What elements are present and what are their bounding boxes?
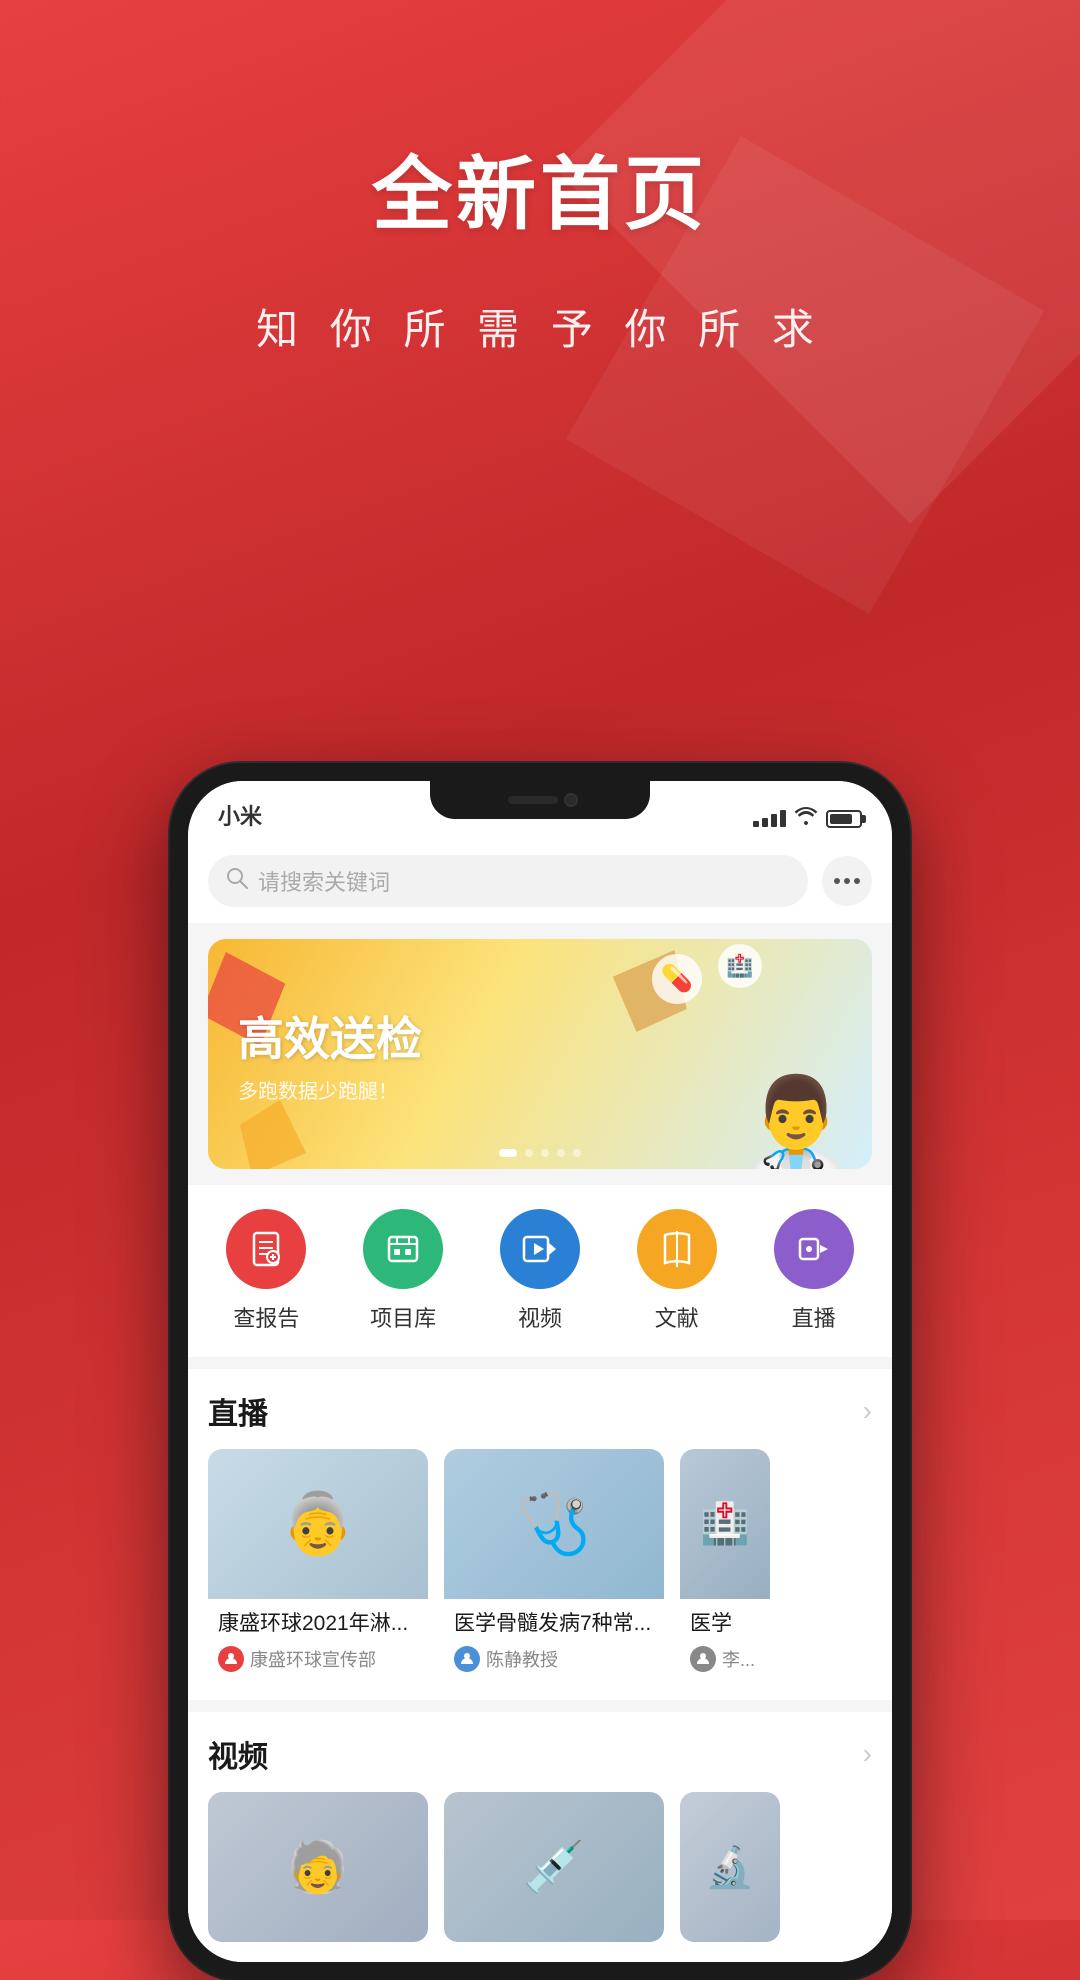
video-section-more[interactable]: › [863, 1738, 872, 1770]
live-section-more[interactable]: › [863, 1395, 872, 1427]
notch-sensor [508, 796, 558, 804]
status-icons [753, 807, 862, 831]
qa-report[interactable]: 查报告 [226, 1209, 306, 1333]
search-placeholder-text: 请搜索关键词 [258, 865, 390, 897]
page-title: 全新首页 [0, 130, 1080, 246]
live-card-2-author-name: 陈静教授 [486, 1646, 558, 1672]
qa-report-label: 查报告 [233, 1301, 299, 1333]
live-cards-row: 👵 康盛环球2021年淋... 康盛环球宣传部 [208, 1449, 872, 1700]
banner-doctor-illustration: 👨‍⚕️ [740, 1079, 852, 1169]
qa-video-label: 视频 [518, 1301, 562, 1333]
phone-outer-frame: 小米 [170, 763, 910, 1980]
live-card-1-info: 康盛环球2021年淋... 康盛环球宣传部 [208, 1599, 428, 1680]
notch-camera [564, 793, 578, 807]
battery-icon [826, 810, 862, 828]
wifi-icon [794, 807, 818, 831]
live-card-3[interactable]: 🏥 医学 李... [680, 1449, 770, 1680]
phone-mockup: 小米 [170, 763, 910, 1980]
video-cards-row: 🧓 💉 🔬 [208, 1792, 872, 1962]
video-section-header: 视频 › [208, 1712, 872, 1792]
qa-project-label: 项目库 [370, 1301, 436, 1333]
live-card-1-author: 康盛环球宣传部 [218, 1646, 418, 1672]
qa-live[interactable]: 直播 [774, 1209, 854, 1333]
more-button[interactable] [822, 856, 872, 906]
banner-text: 高效送检 多跑数据少跑腿！ [208, 1003, 422, 1104]
live-section: 直播 › 👵 康盛环球2021年淋... [188, 1369, 892, 1700]
live-card-3-author-name: 李... [722, 1646, 755, 1672]
live-card-2-thumb: 🩺 [444, 1449, 664, 1599]
app-content: 请搜索关键词 [188, 839, 892, 1962]
qa-video[interactable]: 视频 [500, 1209, 580, 1333]
qa-literature[interactable]: 文献 [637, 1209, 717, 1333]
live-card-1-author-name: 康盛环球宣传部 [250, 1646, 376, 1672]
qa-literature-label: 文献 [655, 1301, 699, 1333]
video-section-title: 视频 [208, 1732, 268, 1776]
signal-icon [753, 810, 786, 827]
live-card-3-author: 李... [690, 1646, 760, 1672]
live-card-1-thumb: 👵 [208, 1449, 428, 1599]
quick-actions: 查报告 项目库 视频 [188, 1185, 892, 1357]
video-section: 视频 › 🧓 💉 [188, 1712, 892, 1962]
live-chevron-icon: › [863, 1395, 872, 1427]
qa-project[interactable]: 项目库 [363, 1209, 443, 1333]
live-card-2-author: 陈静教授 [454, 1646, 654, 1672]
banner[interactable]: 💊 🏥 高效送检 多跑数据少跑腿！ 👨‍⚕️ [208, 939, 872, 1169]
search-box[interactable]: 请搜索关键词 [208, 855, 808, 907]
header-text-area: 全新首页 知 你 所 需 予 你 所 求 [0, 0, 1080, 357]
qa-live-label: 直播 [792, 1301, 836, 1333]
banner-subtitle: 多跑数据少跑腿！ [238, 1075, 422, 1104]
search-icon [226, 867, 248, 895]
carrier-label: 小米 [218, 799, 262, 831]
live-card-1[interactable]: 👵 康盛环球2021年淋... 康盛环球宣传部 [208, 1449, 428, 1680]
phone-notch [430, 781, 650, 819]
live-card-3-title: 医学 [690, 1609, 760, 1638]
video-chevron-icon: › [863, 1738, 872, 1770]
live-section-header: 直播 › [208, 1369, 872, 1449]
banner-dots [499, 1149, 581, 1157]
live-card-2-title: 医学骨髓发病7种常... [454, 1609, 654, 1638]
phone-inner-screen: 小米 [188, 781, 892, 1962]
live-section-title: 直播 [208, 1389, 268, 1433]
live-card-2-info: 医学骨髓发病7种常... 陈静教授 [444, 1599, 664, 1680]
banner-title: 高效送检 [238, 1003, 422, 1069]
search-area: 请搜索关键词 [188, 839, 892, 923]
live-card-3-thumb: 🏥 [680, 1449, 770, 1599]
live-card-1-title: 康盛环球2021年淋... [218, 1609, 418, 1638]
page-subtitle: 知 你 所 需 予 你 所 求 [0, 296, 1080, 357]
live-card-2[interactable]: 🩺 医学骨髓发病7种常... 陈静教授 [444, 1449, 664, 1680]
